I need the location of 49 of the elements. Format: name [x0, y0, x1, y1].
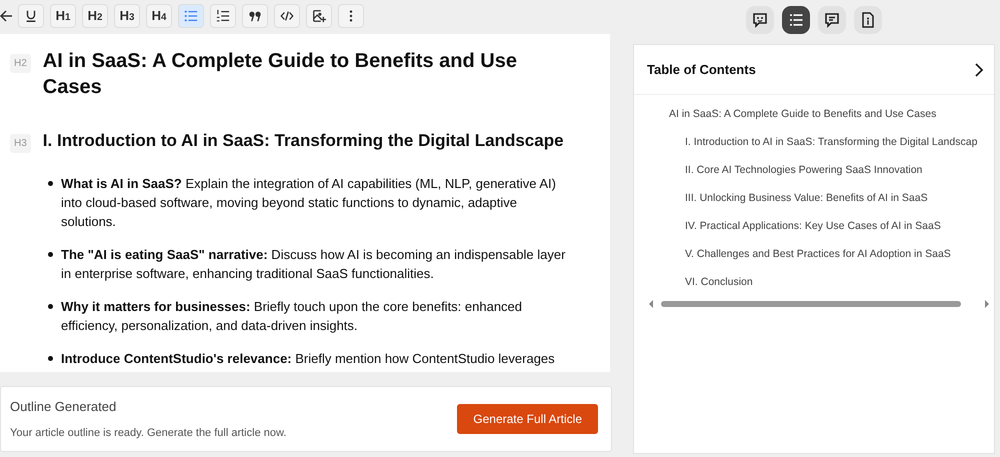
- bullet-icon: [48, 252, 53, 257]
- bullets-button[interactable]: [178, 4, 204, 28]
- underline-icon: [24, 9, 38, 23]
- status-title: Outline Generated: [10, 398, 118, 416]
- image-icon: [312, 9, 326, 23]
- code-button[interactable]: [274, 4, 300, 28]
- heading-button[interactable]: H$_{4}$: [146, 4, 172, 28]
- toc-item[interactable]: AI in SaaS: A Complete Guide to Benefits and Use Cases: [669, 107, 936, 123]
- toc-item[interactable]: II. Core AI Technologies Powering SaaS Innovation: [685, 163, 922, 179]
- heading-button[interactable]: H$_{3}$: [114, 4, 140, 28]
- quote-icon: [248, 9, 262, 23]
- toc-item[interactable]: V. Challenges and Best Practices for AI Adoption in SaaS: [685, 247, 951, 263]
- chat-icon: [751, 11, 769, 29]
- generate-button[interactable]: Generate Full Article: [457, 404, 598, 434]
- toc-item[interactable]: III. Unlocking Business Value: Benefits of AI in SaaS: [685, 191, 928, 207]
- bullet-icon: [48, 356, 53, 361]
- bullet-text: The "AI is eating SaaS" narrative: Discuss how AI is becoming an indispensable layer in enterprise software, enhancing traditional SaaS functionalities.: [61, 246, 566, 283]
- panel-tab[interactable]: [818, 6, 846, 34]
- status-message: Your article outline is ready. Generate the full article now.: [10, 426, 286, 440]
- numbers-button[interactable]: [210, 4, 236, 28]
- heading-button[interactable]: H$_{1}$: [50, 4, 76, 28]
- bullet-icon: [48, 304, 53, 309]
- heading: AI in SaaS: A Complete Guide to Benefits and Use Cases: [42, 49, 518, 100]
- comment-icon: [823, 11, 841, 29]
- toc-item[interactable]: VI. Conclusion: [685, 275, 753, 291]
- horizontal-scrollbar[interactable]: [648, 299, 990, 309]
- bulleted-list-icon: [184, 9, 198, 23]
- panel-tab[interactable]: [746, 6, 774, 34]
- heading: I. Introduction to AI in SaaS: Transforming the Digital Landscape: [42, 130, 564, 152]
- panel-tab[interactable]: [782, 6, 810, 34]
- back-arrow-icon: [0, 8, 12, 24]
- quote-button[interactable]: [242, 4, 268, 28]
- bullet-text: What is AI in SaaS? Explain the integration of AI capabilities (ML, NLP, generative AI) into cloud-based software, moving beyond static functions to dynamic, adaptive solutions.: [61, 175, 557, 231]
- bullet-icon: [48, 181, 53, 186]
- bullet-text: Why it matters for businesses: Briefly touch upon the core benefits: enhanced efficiency, personalization, and data-driven insights.: [61, 298, 524, 335]
- toc-item[interactable]: I. Introduction to AI in SaaS: Transforming the Digital Landscap: [685, 135, 978, 151]
- image-button[interactable]: [306, 4, 332, 28]
- heading-button[interactable]: H$_{2}$: [82, 4, 108, 28]
- heading-level-tag: H2: [10, 54, 31, 73]
- chevron-right-icon[interactable]: [974, 62, 984, 76]
- code-icon: [280, 9, 294, 23]
- toc-title: Table of Contents: [647, 60, 756, 79]
- toc-item[interactable]: IV. Practical Applications: Key Use Cases of AI in SaaS: [685, 219, 941, 235]
- panel-tab[interactable]: [854, 6, 882, 34]
- underline-button[interactable]: [18, 4, 44, 28]
- numbered-list-icon: [216, 9, 230, 23]
- more-button[interactable]: [338, 4, 364, 28]
- heading-level-tag: H3: [10, 134, 31, 153]
- bullet-text: Introduce ContentStudio's relevance: Briefly mention how ContentStudio leverages: [61, 350, 555, 368]
